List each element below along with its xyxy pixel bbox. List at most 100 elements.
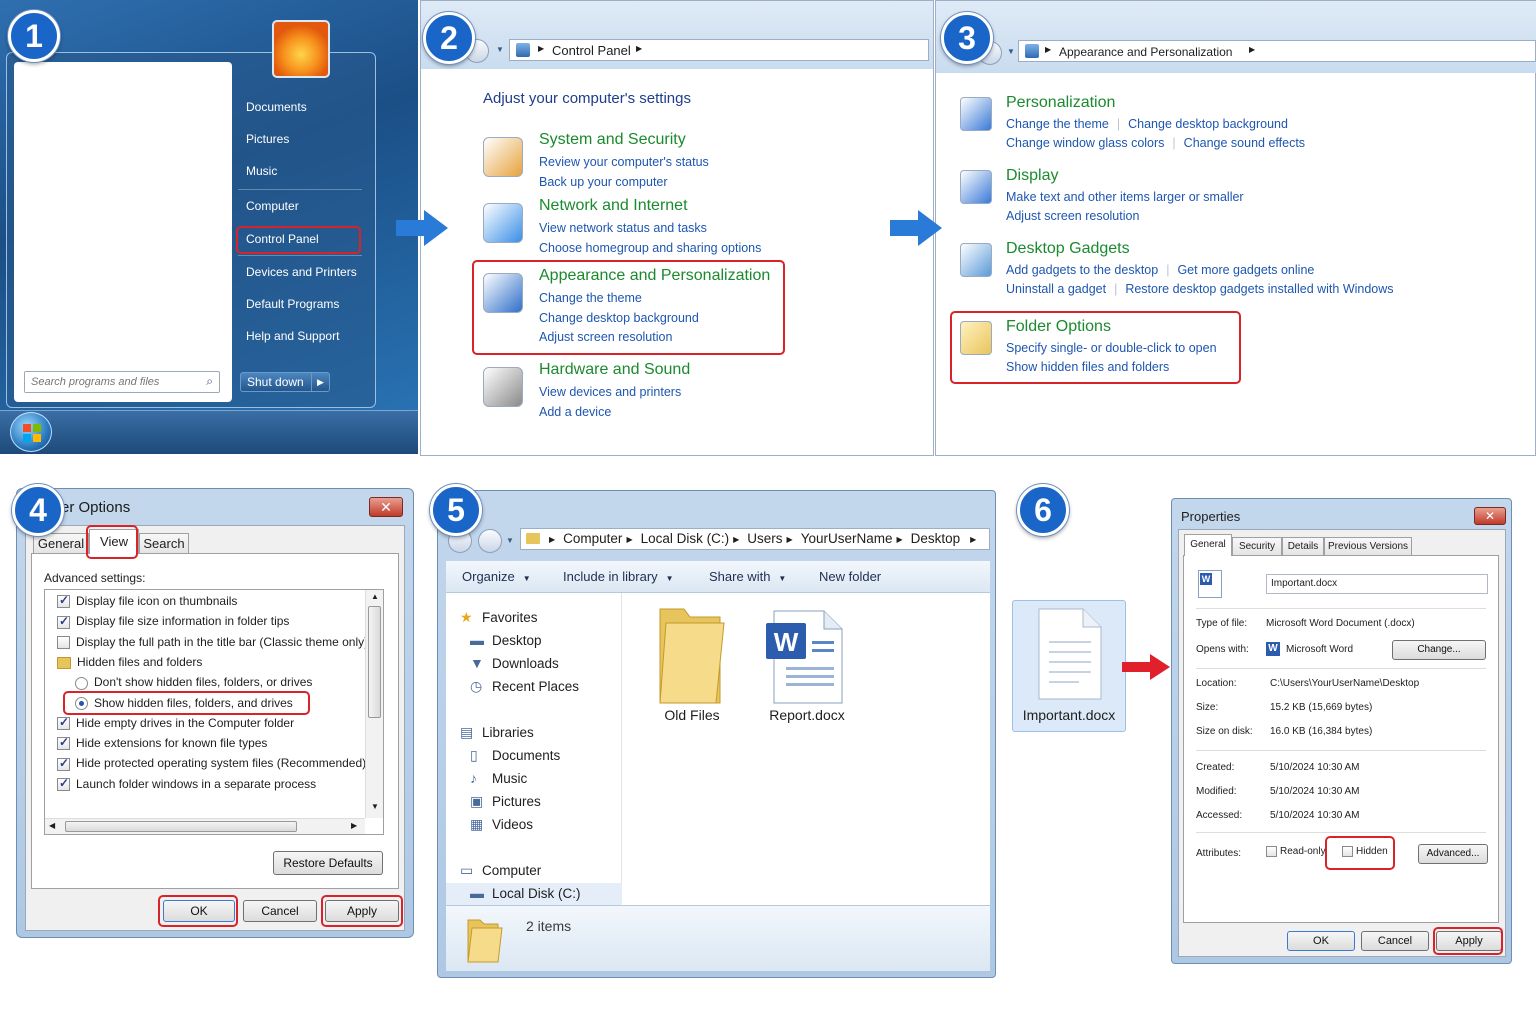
category-link[interactable]: View devices and printers [539, 385, 681, 399]
tab-security[interactable]: Security [1232, 537, 1282, 556]
settings-item[interactable]: Hide empty drives in the Computer folder [57, 715, 294, 731]
checkbox-unchecked[interactable] [57, 635, 70, 649]
breadcrumb-item[interactable]: Computer [563, 531, 622, 546]
cancel-button[interactable]: Cancel [243, 900, 317, 922]
start-menu-item[interactable]: Computer [246, 199, 299, 213]
breadcrumb-item[interactable]: YourUserName [801, 531, 893, 546]
tab-general[interactable]: General [33, 533, 89, 554]
history-dropdown-icon[interactable]: ▼ [1007, 47, 1015, 56]
section-link[interactable]: Restore desktop gadgets installed with W… [1125, 282, 1393, 296]
breadcrumb-item[interactable]: Local Disk (C:) [641, 531, 730, 546]
gadgets-icon[interactable] [960, 243, 992, 277]
section-link[interactable]: Add gadgets to the desktop [1006, 263, 1158, 277]
nav-item[interactable]: ▯ Documents [470, 747, 560, 764]
display-icon[interactable] [960, 170, 992, 204]
restore-defaults-button[interactable]: Restore Defaults [273, 851, 383, 875]
tab-search[interactable]: Search [139, 533, 189, 554]
start-menu-item[interactable]: Devices and Printers [246, 265, 357, 279]
category-link[interactable]: Add a device [539, 405, 611, 419]
settings-item[interactable]: Hidden files and folders [57, 655, 202, 669]
start-menu-item[interactable]: Pictures [246, 132, 289, 146]
checkbox-checked[interactable] [57, 756, 70, 771]
search-input[interactable] [25, 372, 195, 392]
checkbox-checked[interactable] [57, 614, 70, 629]
ok-button[interactable]: OK [1287, 931, 1355, 951]
breadcrumb-control-panel[interactable]: Control Panel [552, 43, 631, 58]
printer-icon[interactable] [483, 367, 523, 407]
address-bar[interactable]: ▶ Appearance and Personalization ▶ [1018, 40, 1536, 62]
section-title[interactable]: Display [1006, 167, 1058, 185]
section-link[interactable]: Change sound effects [1184, 136, 1305, 150]
address-bar[interactable]: ▶ Control Panel ▶ [509, 39, 929, 61]
shield-icon[interactable] [483, 137, 523, 177]
file-item-report-docx[interactable]: W Report.docx [752, 603, 862, 723]
readonly-checkbox[interactable]: Read-only [1266, 846, 1326, 857]
section-link[interactable]: Change window glass colors [1006, 136, 1164, 150]
nav-item[interactable]: ▼ Downloads [470, 655, 559, 671]
section-title[interactable]: Personalization [1006, 94, 1115, 112]
settings-item[interactable]: Launch folder windows in a separate proc… [57, 776, 316, 792]
horizontal-scrollbar[interactable]: ◀ ▶ [45, 818, 365, 834]
scroll-down-icon[interactable]: ▼ [371, 802, 379, 811]
shutdown-button[interactable]: Shut down ▶ [240, 372, 330, 392]
category-link[interactable]: View network status and tasks [539, 221, 707, 235]
section-title[interactable]: Desktop Gadgets [1006, 240, 1130, 258]
toolbar-button[interactable]: Include in library ▼ [563, 569, 674, 584]
user-picture[interactable] [272, 20, 330, 78]
search-box[interactable]: ⌕ [24, 371, 220, 393]
change-button[interactable]: Change... [1392, 640, 1486, 660]
tab-details[interactable]: Details [1282, 537, 1324, 556]
settings-item[interactable]: Display file size information in folder … [57, 614, 289, 629]
close-button[interactable]: ✕ [369, 497, 403, 517]
cancel-button[interactable]: Cancel [1361, 931, 1429, 951]
breadcrumb-appearance[interactable]: Appearance and Personalization [1059, 45, 1232, 59]
nav-item[interactable]: ▤ Libraries [460, 724, 534, 741]
shutdown-arrow-icon[interactable]: ▶ [311, 373, 329, 391]
desktop-file-important[interactable]: Important.docx [1012, 600, 1126, 732]
settings-item[interactable]: Display file icon on thumbnails [57, 593, 237, 609]
section-link[interactable]: Make text and other items larger or smal… [1006, 190, 1244, 204]
checkbox-checked[interactable] [57, 776, 70, 792]
start-menu-item[interactable]: Help and Support [246, 329, 339, 343]
category-title[interactable]: System and Security [539, 131, 686, 149]
scroll-up-icon[interactable]: ▲ [371, 592, 379, 601]
history-dropdown-icon[interactable]: ▼ [496, 45, 504, 54]
radio-button[interactable] [75, 676, 88, 690]
category-link[interactable]: Review your computer's status [539, 155, 709, 169]
close-button[interactable]: ✕ [1474, 507, 1506, 525]
start-menu-item[interactable]: Default Programs [246, 297, 339, 311]
category-link[interactable]: Back up your computer [539, 175, 668, 189]
settings-item[interactable]: Don't show hidden files, folders, or dri… [75, 675, 312, 690]
nav-item[interactable]: ▦ Videos [470, 816, 533, 833]
settings-item[interactable]: Display the full path in the title bar (… [57, 635, 368, 649]
nav-item[interactable]: ◷ Recent Places [470, 678, 579, 695]
nav-item[interactable]: ♪ Music [470, 770, 527, 786]
toolbar-button[interactable]: New folder [819, 569, 881, 584]
personalization-icon[interactable] [960, 97, 992, 131]
hscroll-thumb[interactable] [65, 821, 297, 832]
nav-item[interactable]: ▬ Desktop [470, 632, 542, 648]
forward-button[interactable] [478, 529, 502, 553]
nav-item[interactable]: ▬ Local Disk (C:) [470, 885, 581, 901]
history-dropdown-icon[interactable]: ▼ [506, 536, 514, 545]
network-globe-icon[interactable] [483, 203, 523, 243]
nav-item[interactable]: ▭ Computer [460, 862, 541, 879]
tab-general[interactable]: General [1184, 534, 1232, 556]
nav-item[interactable]: ★ Favorites [460, 609, 538, 626]
start-menu-item[interactable]: Music [246, 164, 277, 178]
start-menu-item[interactable]: Documents [246, 100, 307, 114]
category-title[interactable]: Hardware and Sound [539, 361, 690, 379]
filename-field[interactable]: Important.docx [1266, 574, 1488, 594]
address-bar[interactable]: ▶ Computer ▶ Local Disk (C:) ▶ Users ▶ YourUser… [520, 528, 990, 550]
category-link[interactable]: Choose homegroup and sharing options [539, 241, 761, 255]
toolbar-button[interactable]: Share with ▼ [709, 569, 786, 584]
breadcrumb-item[interactable]: Desktop [911, 531, 961, 546]
section-link[interactable]: Change the theme [1006, 117, 1109, 131]
start-orb-icon[interactable] [10, 412, 52, 452]
advanced-button[interactable]: Advanced... [1418, 844, 1488, 864]
scroll-left-icon[interactable]: ◀ [49, 821, 55, 830]
scroll-thumb[interactable] [368, 606, 381, 718]
section-link[interactable]: Adjust screen resolution [1006, 209, 1139, 223]
section-link[interactable]: Uninstall a gadget [1006, 282, 1106, 296]
scroll-right-icon[interactable]: ▶ [351, 821, 357, 830]
